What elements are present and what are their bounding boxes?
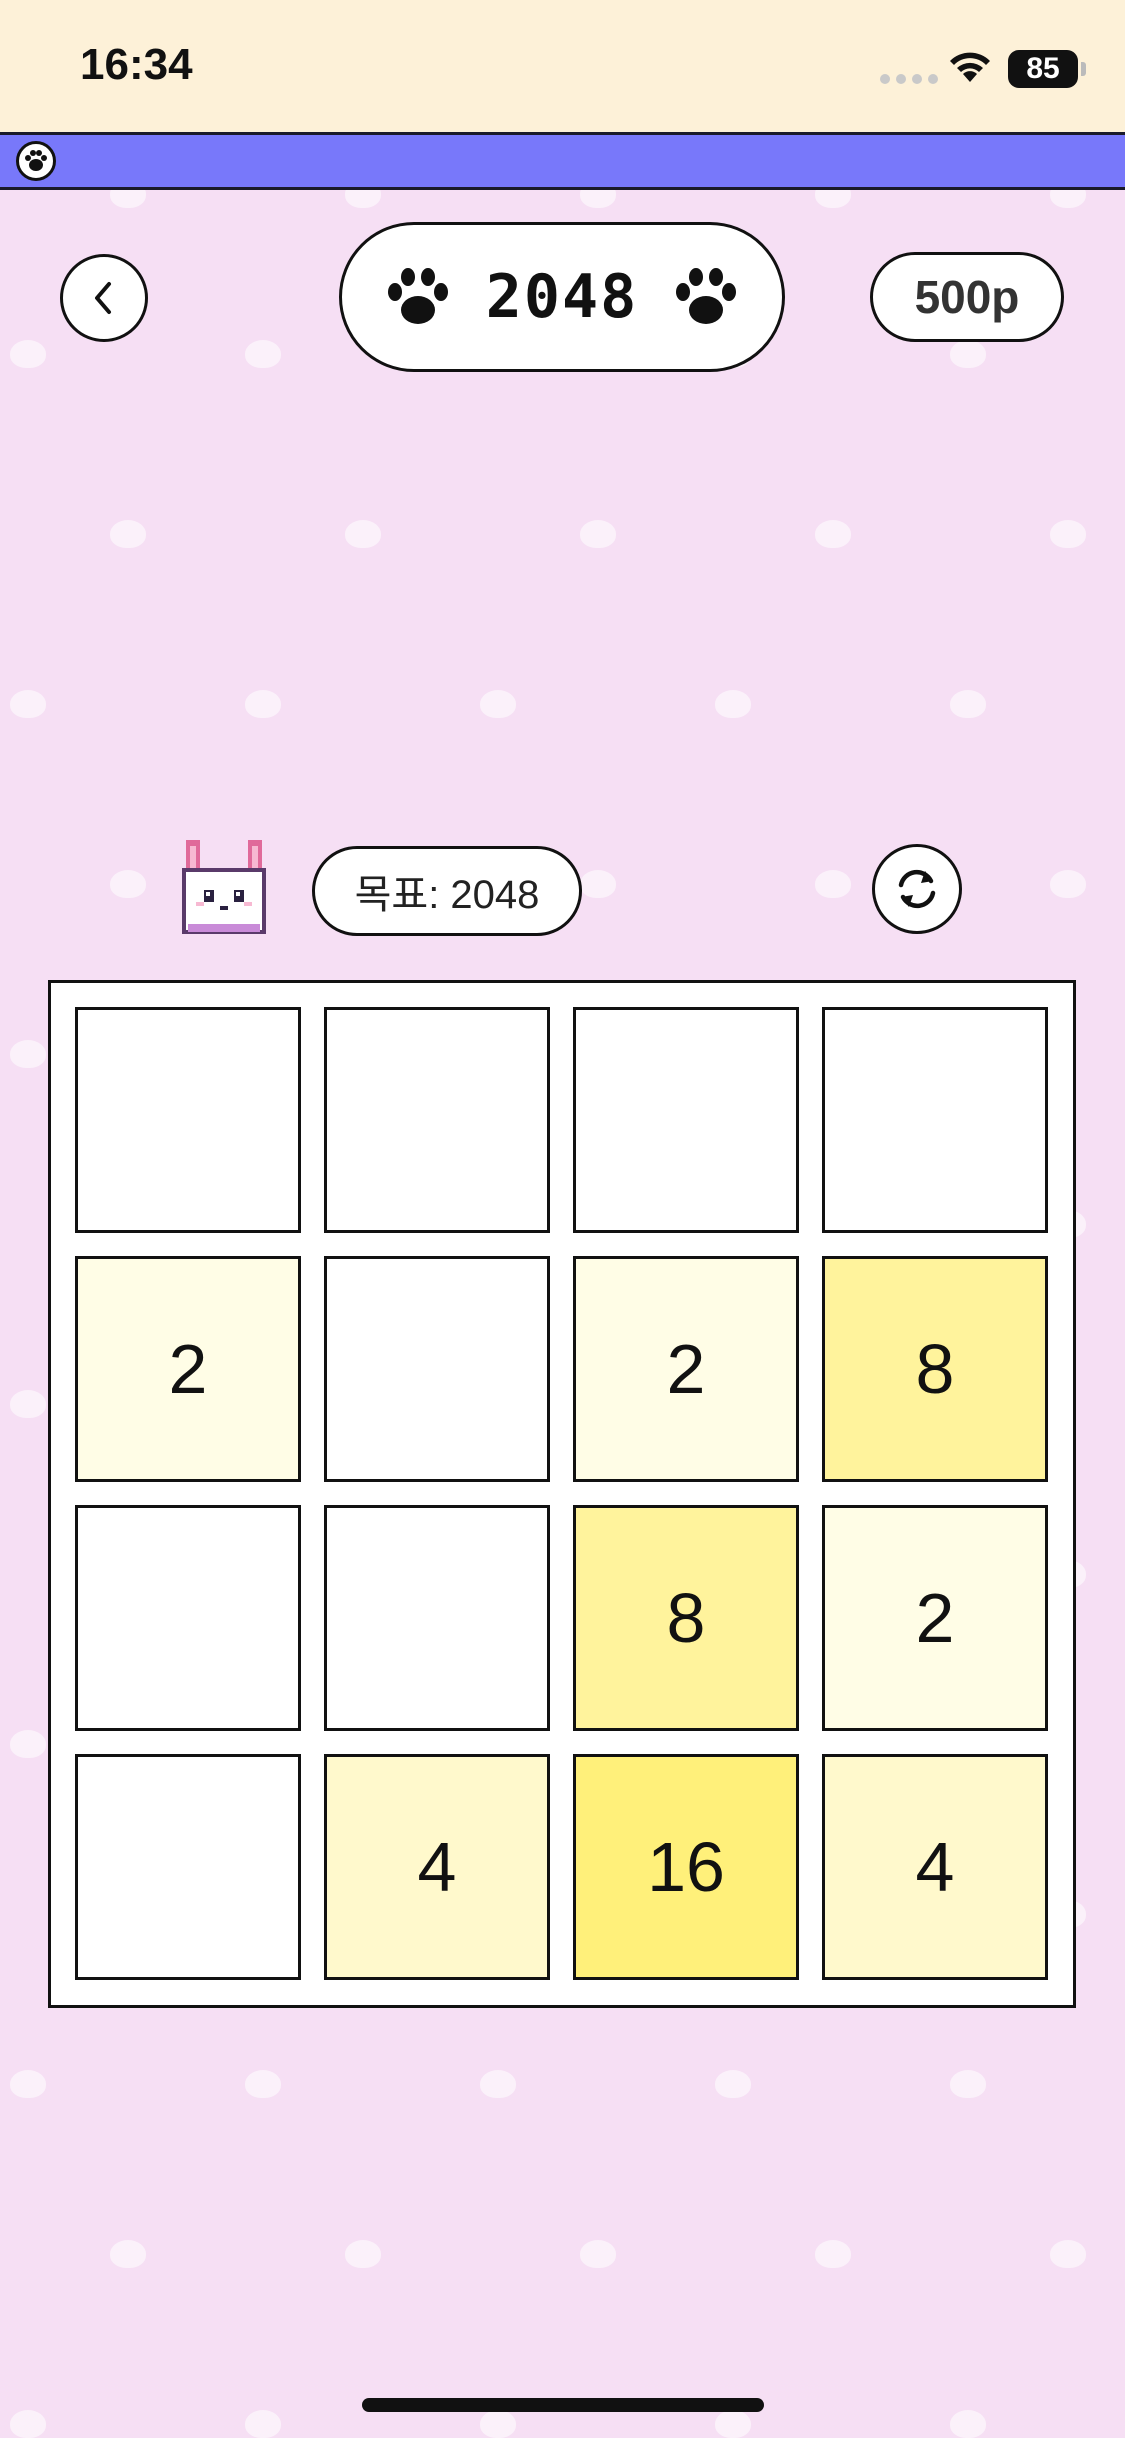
tile: 2: [822, 1505, 1048, 1731]
background-motif: [950, 340, 986, 368]
game-title: 2048: [485, 262, 639, 332]
background-motif: [345, 2240, 381, 2268]
background-motif: [345, 520, 381, 548]
background-motif: [580, 870, 616, 898]
background-motif: [245, 2410, 281, 2438]
tile: 2: [75, 1256, 301, 1482]
tile: [324, 1007, 550, 1233]
background-motif: [480, 2410, 516, 2438]
tile: [324, 1256, 550, 1482]
tile: 8: [573, 1505, 799, 1731]
paw-icon: [676, 268, 737, 324]
background-motif: [1050, 870, 1086, 898]
cellular-signal-icon: [880, 74, 938, 84]
background-motif: [1050, 520, 1086, 548]
tile: 4: [324, 1754, 550, 1980]
status-bar: 16:34 85: [0, 0, 1125, 132]
background-motif: [950, 2410, 986, 2438]
background-motif: [715, 2410, 751, 2438]
background-motif: [715, 2070, 751, 2098]
bunny-mascot-icon: [176, 838, 272, 942]
background-motif: [10, 2070, 46, 2098]
game-title-pill: 2048: [339, 222, 785, 372]
background-motif: [110, 520, 146, 548]
paw-icon: [387, 268, 448, 324]
background-motif: [10, 1390, 46, 1418]
tile: [324, 1505, 550, 1731]
background-motif: [815, 2240, 851, 2268]
background-motif: [110, 870, 146, 898]
background-motif: [245, 2070, 281, 2098]
background-motif: [580, 2240, 616, 2268]
background-motif: [815, 870, 851, 898]
refresh-icon: [898, 869, 936, 909]
background-motif: [480, 690, 516, 718]
tile: 4: [822, 1754, 1048, 1980]
background-motif: [10, 690, 46, 718]
background-motif: [950, 690, 986, 718]
background-motif: [580, 520, 616, 548]
home-indicator: [362, 2398, 764, 2412]
background-motif: [110, 2240, 146, 2268]
reset-button[interactable]: [872, 844, 962, 934]
tile: 8: [822, 1256, 1048, 1482]
tile: [573, 1007, 799, 1233]
points-badge: 500p: [870, 252, 1064, 342]
goal-label: 목표: 2048: [312, 846, 582, 936]
tile: 16: [573, 1754, 799, 1980]
background-motif: [1050, 2240, 1086, 2268]
background-motif: [715, 690, 751, 718]
background-motif: [10, 1730, 46, 1758]
paw-icon[interactable]: [16, 141, 56, 181]
background-motif: [815, 520, 851, 548]
tile: [75, 1505, 301, 1731]
battery-indicator: 85: [1008, 50, 1086, 88]
background-motif: [950, 2070, 986, 2098]
chevron-left-icon: [95, 282, 111, 314]
tile: 2: [573, 1256, 799, 1482]
background-motif: [480, 2070, 516, 2098]
back-button[interactable]: [60, 254, 148, 342]
status-time: 16:34: [80, 40, 193, 89]
top-banner: [0, 132, 1125, 190]
background-motif: [245, 340, 281, 368]
background-motif: [10, 2410, 46, 2438]
background-motif: [10, 1040, 46, 1068]
wifi-icon: [948, 50, 992, 89]
tile: [75, 1754, 301, 1980]
game-board[interactable]: 2 2 8 8 2 4 16 4: [48, 980, 1076, 2008]
tile: [822, 1007, 1048, 1233]
tile: [75, 1007, 301, 1233]
background-motif: [245, 690, 281, 718]
background-motif: [10, 340, 46, 368]
